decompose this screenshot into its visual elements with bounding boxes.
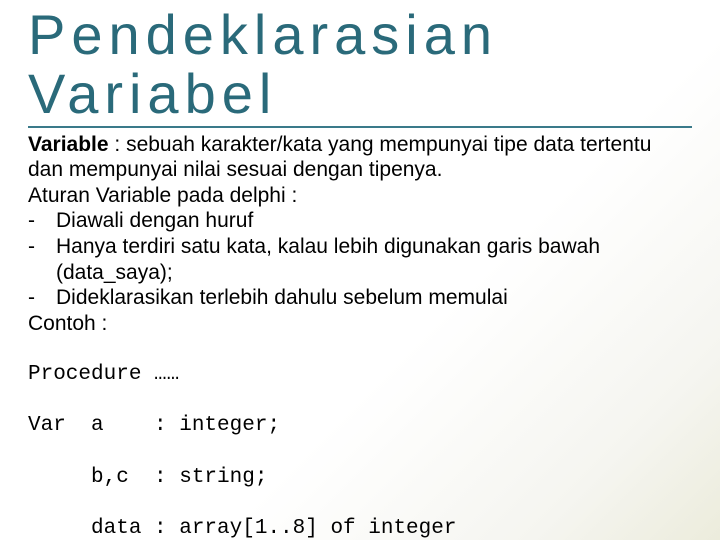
- bullet-text: Diawali dengan huruf: [56, 208, 692, 234]
- code-block: Procedure …… Var a : integer; b,c : stri…: [28, 336, 692, 540]
- dash-icon: -: [28, 208, 56, 234]
- slide-body: Variable : sebuah karakter/kata yang mem…: [28, 130, 692, 540]
- bullet-item: - Dideklarasikan terlebih dahulu sebelum…: [28, 285, 692, 311]
- bullet-text: Dideklarasikan terlebih dahulu sebelum m…: [56, 285, 692, 311]
- code-line: b,c : string;: [28, 465, 692, 491]
- slide-title: Pendeklarasian Variabel: [28, 0, 692, 128]
- bullet-item: - Hanya terdiri satu kata, kalau lebih d…: [28, 234, 692, 285]
- definition-text: : sebuah karakter/kata yang mempunyai ti…: [28, 133, 651, 182]
- bullet-item: - Diawali dengan huruf: [28, 208, 692, 234]
- paragraph-definition: Variable : sebuah karakter/kata yang mem…: [28, 132, 692, 183]
- code-line: Procedure ……: [28, 362, 692, 388]
- term-variable: Variable: [28, 133, 109, 156]
- code-line: Var a : integer;: [28, 413, 692, 439]
- rules-heading: Aturan Variable pada delphi :: [28, 183, 692, 209]
- dash-icon: -: [28, 234, 56, 285]
- dash-icon: -: [28, 285, 56, 311]
- bullet-text: Hanya terdiri satu kata, kalau lebih dig…: [56, 234, 692, 285]
- code-line: data : array[1..8] of integer: [28, 516, 692, 540]
- example-heading: Contoh :: [28, 311, 692, 337]
- slide: Pendeklarasian Variabel Variable : sebua…: [0, 0, 720, 540]
